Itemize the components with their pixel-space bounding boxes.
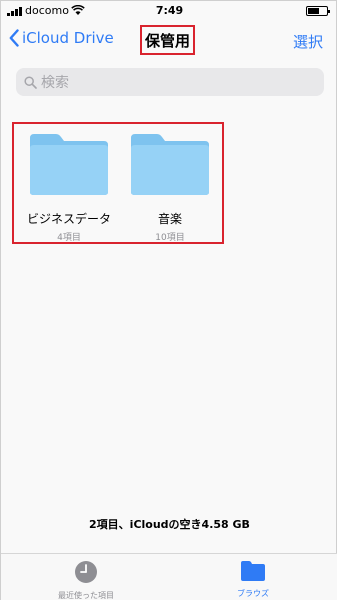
tab-bar: 最近使った項目 ブラウズ [1, 553, 337, 600]
tab-recent-label: 最近使った項目 [58, 591, 114, 600]
folder-business-data[interactable]: ビジネスデータ 4項目 [19, 132, 119, 243]
folder-item-count: 10項目 [155, 233, 185, 243]
clock: 7:49 [155, 4, 184, 17]
folder-icon [30, 134, 108, 195]
folder-icon [241, 561, 265, 581]
chevron-left-icon [9, 29, 19, 47]
back-button[interactable]: iCloud Drive [9, 29, 114, 47]
storage-info: 2項目、iCloudの空き4.58 GB [89, 518, 250, 531]
navigation-bar: iCloud Drive 保管用 選択 [1, 23, 337, 59]
status-bar: docomo 7:49 [1, 1, 337, 21]
page-title: 保管用 [140, 25, 195, 55]
screen: docomo 7:49 iCloud Drive 保管用 選択 検索 ビジネスデ… [0, 0, 337, 600]
battery-icon [306, 6, 330, 16]
folder-music[interactable]: 音楽 10項目 [120, 132, 220, 243]
folder-name: ビジネスデータ [26, 212, 111, 226]
tab-browse[interactable]: ブラウズ [193, 560, 313, 599]
clock-icon [75, 561, 97, 583]
tab-browse-label: ブラウズ [237, 589, 269, 598]
folder-icon [131, 134, 209, 195]
back-button-label: iCloud Drive [22, 29, 114, 47]
folder-name: 音楽 [157, 212, 182, 226]
select-button[interactable]: 選択 [293, 31, 323, 52]
search-placeholder: 検索 [41, 75, 69, 91]
folder-item-count: 4項目 [57, 233, 81, 243]
folder-grid: ビジネスデータ 4項目 音楽 10項目 [12, 122, 224, 244]
battery-fill [308, 8, 319, 14]
search-input[interactable]: 検索 [16, 68, 324, 96]
search-icon [24, 75, 37, 89]
tab-recent[interactable]: 最近使った項目 [26, 560, 146, 600]
